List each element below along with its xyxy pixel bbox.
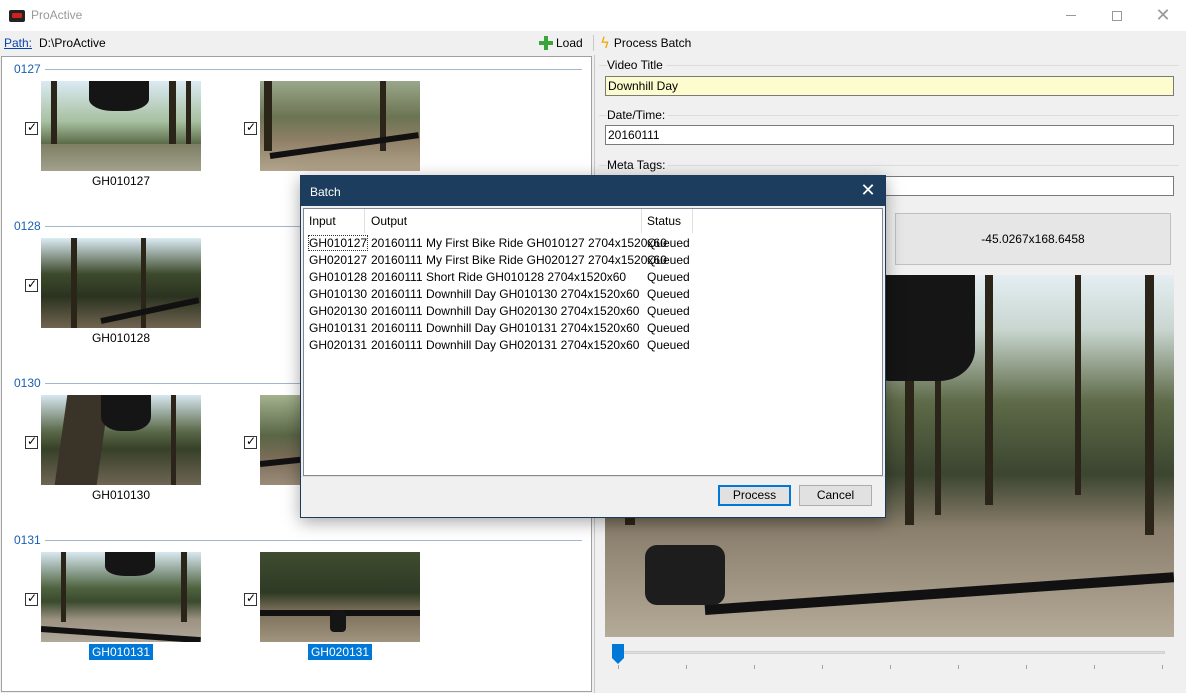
- thumbnail-image[interactable]: [41, 395, 201, 485]
- app-icon: [9, 10, 25, 22]
- batch-input: GH020127: [309, 253, 368, 267]
- batch-input: GH010131: [309, 321, 368, 335]
- group-title: 0131: [14, 533, 45, 547]
- thumbnail-item[interactable]: GH010131: [25, 552, 225, 662]
- batch-input: GH010128: [309, 270, 368, 284]
- thumbnail-checkbox[interactable]: [25, 434, 38, 449]
- batch-input: GH010127: [307, 235, 369, 251]
- batch-status: Queued: [647, 321, 690, 335]
- batch-output: 20160111 My First Bike Ride GH010127 270…: [371, 236, 667, 250]
- datetime-label: Date/Time:: [607, 108, 669, 122]
- column-header-output[interactable]: Output: [366, 209, 642, 233]
- thumbnail-checkbox[interactable]: [244, 591, 257, 606]
- thumbnail-checkbox[interactable]: [244, 434, 257, 449]
- batch-output: 20160111 Downhill Day GH010131 2704x1520…: [371, 321, 640, 335]
- group-title: 0127: [14, 62, 45, 76]
- video-title-input[interactable]: [605, 76, 1174, 96]
- batch-list[interactable]: Input Output Status GH010127 20160111 My…: [303, 208, 883, 476]
- timeline-slider-thumb[interactable]: [612, 644, 624, 664]
- thumbnail-image[interactable]: [41, 81, 201, 171]
- process-batch-label: Process Batch: [613, 36, 692, 50]
- dialog-footer: Process Cancel: [301, 476, 885, 517]
- thumbnail-caption: GH010128: [91, 331, 151, 345]
- batch-status: Queued: [647, 338, 690, 352]
- thumbnail-caption: GH010127: [91, 174, 151, 188]
- process-batch-button[interactable]: ϟ Process Batch: [600, 34, 691, 52]
- datetime-input[interactable]: [605, 125, 1174, 145]
- maximize-icon: [1112, 10, 1122, 21]
- thumbnail-image[interactable]: [260, 81, 420, 171]
- batch-input: GH020131: [309, 338, 368, 352]
- plus-icon: [539, 36, 553, 50]
- window-title: ProActive: [31, 8, 83, 22]
- group-title: 0128: [14, 219, 45, 233]
- load-label: Load: [556, 36, 583, 50]
- thumbnail-image[interactable]: [41, 238, 201, 328]
- gps-coordinates-text: -45.0267x168.6458: [981, 232, 1085, 246]
- gps-coordinates: -45.0267x168.6458: [895, 213, 1171, 265]
- close-icon: ✕: [1155, 5, 1171, 26]
- video-title-label: Video Title: [607, 58, 666, 72]
- batch-input: GH010130: [309, 287, 368, 301]
- column-header-input[interactable]: Input: [304, 209, 365, 233]
- thumbnail-caption: GH010131: [88, 644, 154, 660]
- thumbnail-item[interactable]: GH010130: [25, 395, 225, 505]
- group-header: 0131: [14, 533, 582, 547]
- batch-row[interactable]: GH010131 20160111 Downhill Day GH010131 …: [304, 319, 882, 336]
- dialog-titlebar[interactable]: Batch ✕: [301, 176, 885, 206]
- batch-output: 20160111 Downhill Day GH010130 2704x1520…: [371, 287, 640, 301]
- batch-status: Queued: [647, 287, 690, 301]
- batch-row[interactable]: GH020130 20160111 Downhill Day GH020130 …: [304, 302, 882, 319]
- batch-output: 20160111 Downhill Day GH020131 2704x1520…: [371, 338, 640, 352]
- batch-row[interactable]: GH010127 20160111 My First Bike Ride GH0…: [304, 234, 882, 251]
- close-button[interactable]: ✕: [1140, 0, 1186, 31]
- batch-output: 20160111 Downhill Day GH020130 2704x1520…: [371, 304, 640, 318]
- lightning-icon: ϟ: [600, 33, 610, 52]
- process-button[interactable]: Process: [718, 485, 791, 506]
- column-header-status[interactable]: Status: [642, 209, 693, 233]
- batch-row[interactable]: GH010130 20160111 Downhill Day GH010130 …: [304, 285, 882, 302]
- thumbnail-checkbox[interactable]: [244, 120, 257, 135]
- thumbnail-item[interactable]: GH020131: [244, 552, 444, 662]
- minimize-button[interactable]: [1048, 0, 1094, 31]
- timeline-slider-track[interactable]: [615, 651, 1165, 654]
- thumbnail-caption: GH010130: [91, 488, 151, 502]
- dialog-title: Batch: [310, 185, 341, 199]
- toolbar: Path: D:\ProActive Load ϟ Process Batch: [0, 31, 1186, 55]
- datetime-group: Date/Time:: [599, 108, 1179, 158]
- group-title: 0130: [14, 376, 45, 390]
- toolbar-separator: [593, 35, 594, 51]
- thumbnail-checkbox[interactable]: [25, 277, 38, 292]
- batch-status: Queued: [647, 270, 690, 284]
- thumbnail-checkbox[interactable]: [25, 591, 38, 606]
- thumbnail-item[interactable]: GH010128: [25, 238, 225, 348]
- cancel-button[interactable]: Cancel: [799, 485, 872, 506]
- minimize-icon: [1066, 15, 1076, 16]
- batch-row[interactable]: GH020131 20160111 Downhill Day GH020131 …: [304, 336, 882, 353]
- thumbnail-image[interactable]: [260, 552, 420, 642]
- meta-tags-label: Meta Tags:: [607, 158, 669, 172]
- batch-output: 20160111 My First Bike Ride GH020127 270…: [371, 253, 667, 267]
- group-header: 0127: [14, 62, 582, 76]
- batch-row[interactable]: GH010128 20160111 Short Ride GH010128 27…: [304, 268, 882, 285]
- batch-status: Queued: [647, 253, 690, 267]
- path-value: D:\ProActive: [39, 36, 106, 50]
- thumbnail-item[interactable]: GH010127: [25, 81, 225, 191]
- path-link[interactable]: Path:: [4, 36, 32, 50]
- dialog-close-button[interactable]: ✕: [857, 180, 879, 202]
- load-button[interactable]: Load: [539, 34, 583, 52]
- window-titlebar: ProActive ✕: [0, 0, 1186, 31]
- maximize-button[interactable]: [1094, 0, 1140, 31]
- thumbnail-image[interactable]: [41, 552, 201, 642]
- batch-dialog: Batch ✕ Input Output Status GH010127 201…: [300, 175, 886, 518]
- batch-output: 20160111 Short Ride GH010128 2704x1520x6…: [371, 270, 627, 284]
- batch-row[interactable]: GH020127 20160111 My First Bike Ride GH0…: [304, 251, 882, 268]
- thumbnail-caption: GH020131: [307, 644, 373, 660]
- batch-input: GH020130: [309, 304, 368, 318]
- batch-status: Queued: [647, 236, 690, 250]
- batch-status: Queued: [647, 304, 690, 318]
- thumbnail-checkbox[interactable]: [25, 120, 38, 135]
- video-title-group: Video Title: [599, 58, 1179, 108]
